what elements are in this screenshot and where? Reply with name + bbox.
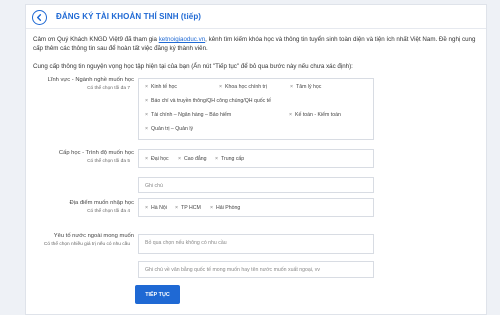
intro-text-part1: Cảm ơn Quý Khách KNGD Việt9 đã tham gia (33, 36, 159, 43)
remove-x-icon[interactable]: × (145, 205, 148, 211)
remove-x-icon[interactable]: × (289, 112, 292, 118)
remove-x-icon[interactable]: × (178, 156, 181, 162)
remove-x-icon[interactable]: × (210, 205, 213, 211)
foreign-note-input[interactable]: Ghi chú về văn bằng quốc tế mong muốn ha… (138, 261, 374, 278)
location-hint: Có thể chọn tối đa 4 (87, 209, 130, 214)
back-button[interactable] (32, 10, 47, 25)
tag-label: Tài chính – Ngân hàng – Bảo hiểm (151, 112, 232, 118)
tag-item[interactable]: × Hà Nội (145, 205, 167, 211)
tag-label: Quản trị – Quản lý (151, 126, 194, 132)
location-label: Địa điểm muốn nhập học (69, 200, 134, 206)
remove-x-icon[interactable]: × (145, 112, 148, 118)
foreign-hint: Có thể chọn nhiều giá trị nếu có nhu cầu (43, 242, 130, 247)
intro-text: Cảm ơn Quý Khách KNGD Việt9 đã tham gia … (33, 36, 483, 53)
remove-x-icon[interactable]: × (215, 156, 218, 162)
site-link[interactable]: ketnoigiaoduc.vn (159, 36, 205, 43)
tag-label: Báo chí và truyền thông/QH công chúng/QH… (151, 98, 271, 104)
tag-label: Hà Nội (151, 205, 167, 211)
tag-label: Tâm lý học (296, 84, 322, 90)
back-arrow-icon (36, 14, 42, 21)
field-study-hint: Có thể chọn tối đa 7 (87, 86, 130, 91)
level-select[interactable]: × Đại học × Cao đẳng × Trung cấp (138, 149, 374, 168)
registration-card: ĐĂNG KÝ TÀI KHOẢN THÍ SINH (tiếp) Cảm ơn… (25, 4, 487, 315)
instruction-text: Cung cấp thông tin nguyện vọng học tập h… (33, 63, 353, 70)
level-label: Cấp học - Trình độ muốn học (58, 150, 134, 156)
remove-x-icon[interactable]: × (145, 98, 148, 104)
tag-item[interactable]: × Báo chí và truyền thông/QH công chúng/Q… (145, 98, 271, 104)
tag-label: Trung cấp (221, 156, 245, 162)
remove-x-icon[interactable]: × (175, 205, 178, 211)
tag-label: TP HCM (181, 205, 201, 211)
page-title: ĐĂNG KÝ TÀI KHOẢN THÍ SINH (tiếp) (56, 12, 202, 21)
foreign-label: Yêu tố nước ngoài mong muốn (53, 233, 134, 239)
tag-item[interactable]: × Trung cấp (215, 156, 244, 162)
tag-label: Kế toán - Kiểm toán (295, 112, 341, 118)
tag-item[interactable]: × TP HCM (175, 205, 201, 211)
tag-label: Kinh tế học (151, 84, 177, 90)
tag-label: Cao đẳng (184, 156, 207, 162)
field-study-label: Lĩnh vực - Ngành nghề muốn học (47, 77, 134, 83)
tag-item[interactable]: × Quản trị – Quản lý (145, 126, 193, 132)
card-header: ĐĂNG KÝ TÀI KHOẢN THÍ SINH (tiếp) (26, 5, 486, 29)
foreign-select[interactable]: Bỏ qua chọn nếu không có nhu cầu (138, 234, 374, 254)
remove-x-icon[interactable]: × (145, 84, 148, 90)
tag-item[interactable]: × Tâm lý học (290, 84, 321, 90)
tag-label: Hải Phòng (216, 205, 241, 211)
field-study-select[interactable]: × Kinh tế học × Khoa học chính trị × Tâm lý… (138, 78, 374, 140)
continue-button[interactable]: TIẾP TỤC (135, 285, 180, 304)
remove-x-icon[interactable]: × (145, 126, 148, 132)
location-select[interactable]: × Hà Nội × TP HCM × Hải Phòng (138, 198, 374, 217)
tag-item[interactable]: × Hải Phòng (210, 205, 240, 211)
remove-x-icon[interactable]: × (290, 84, 293, 90)
level-note-input[interactable]: Ghi chú (138, 177, 374, 193)
level-hint: Có thể chọn tối đa 5 (87, 159, 130, 164)
tag-item[interactable]: × Khoa học chính trị (219, 84, 267, 90)
tag-label: Đại học (151, 156, 169, 162)
remove-x-icon[interactable]: × (145, 156, 148, 162)
tag-item[interactable]: × Kinh tế học (145, 84, 177, 90)
tag-item[interactable]: × Kế toán - Kiểm toán (289, 112, 341, 118)
remove-x-icon[interactable]: × (219, 84, 222, 90)
tag-item[interactable]: × Đại học (145, 156, 169, 162)
tag-label: Khoa học chính trị (225, 84, 267, 90)
tag-item[interactable]: × Cao đẳng (178, 156, 207, 162)
tag-item[interactable]: × Tài chính – Ngân hàng – Bảo hiểm (145, 112, 231, 118)
